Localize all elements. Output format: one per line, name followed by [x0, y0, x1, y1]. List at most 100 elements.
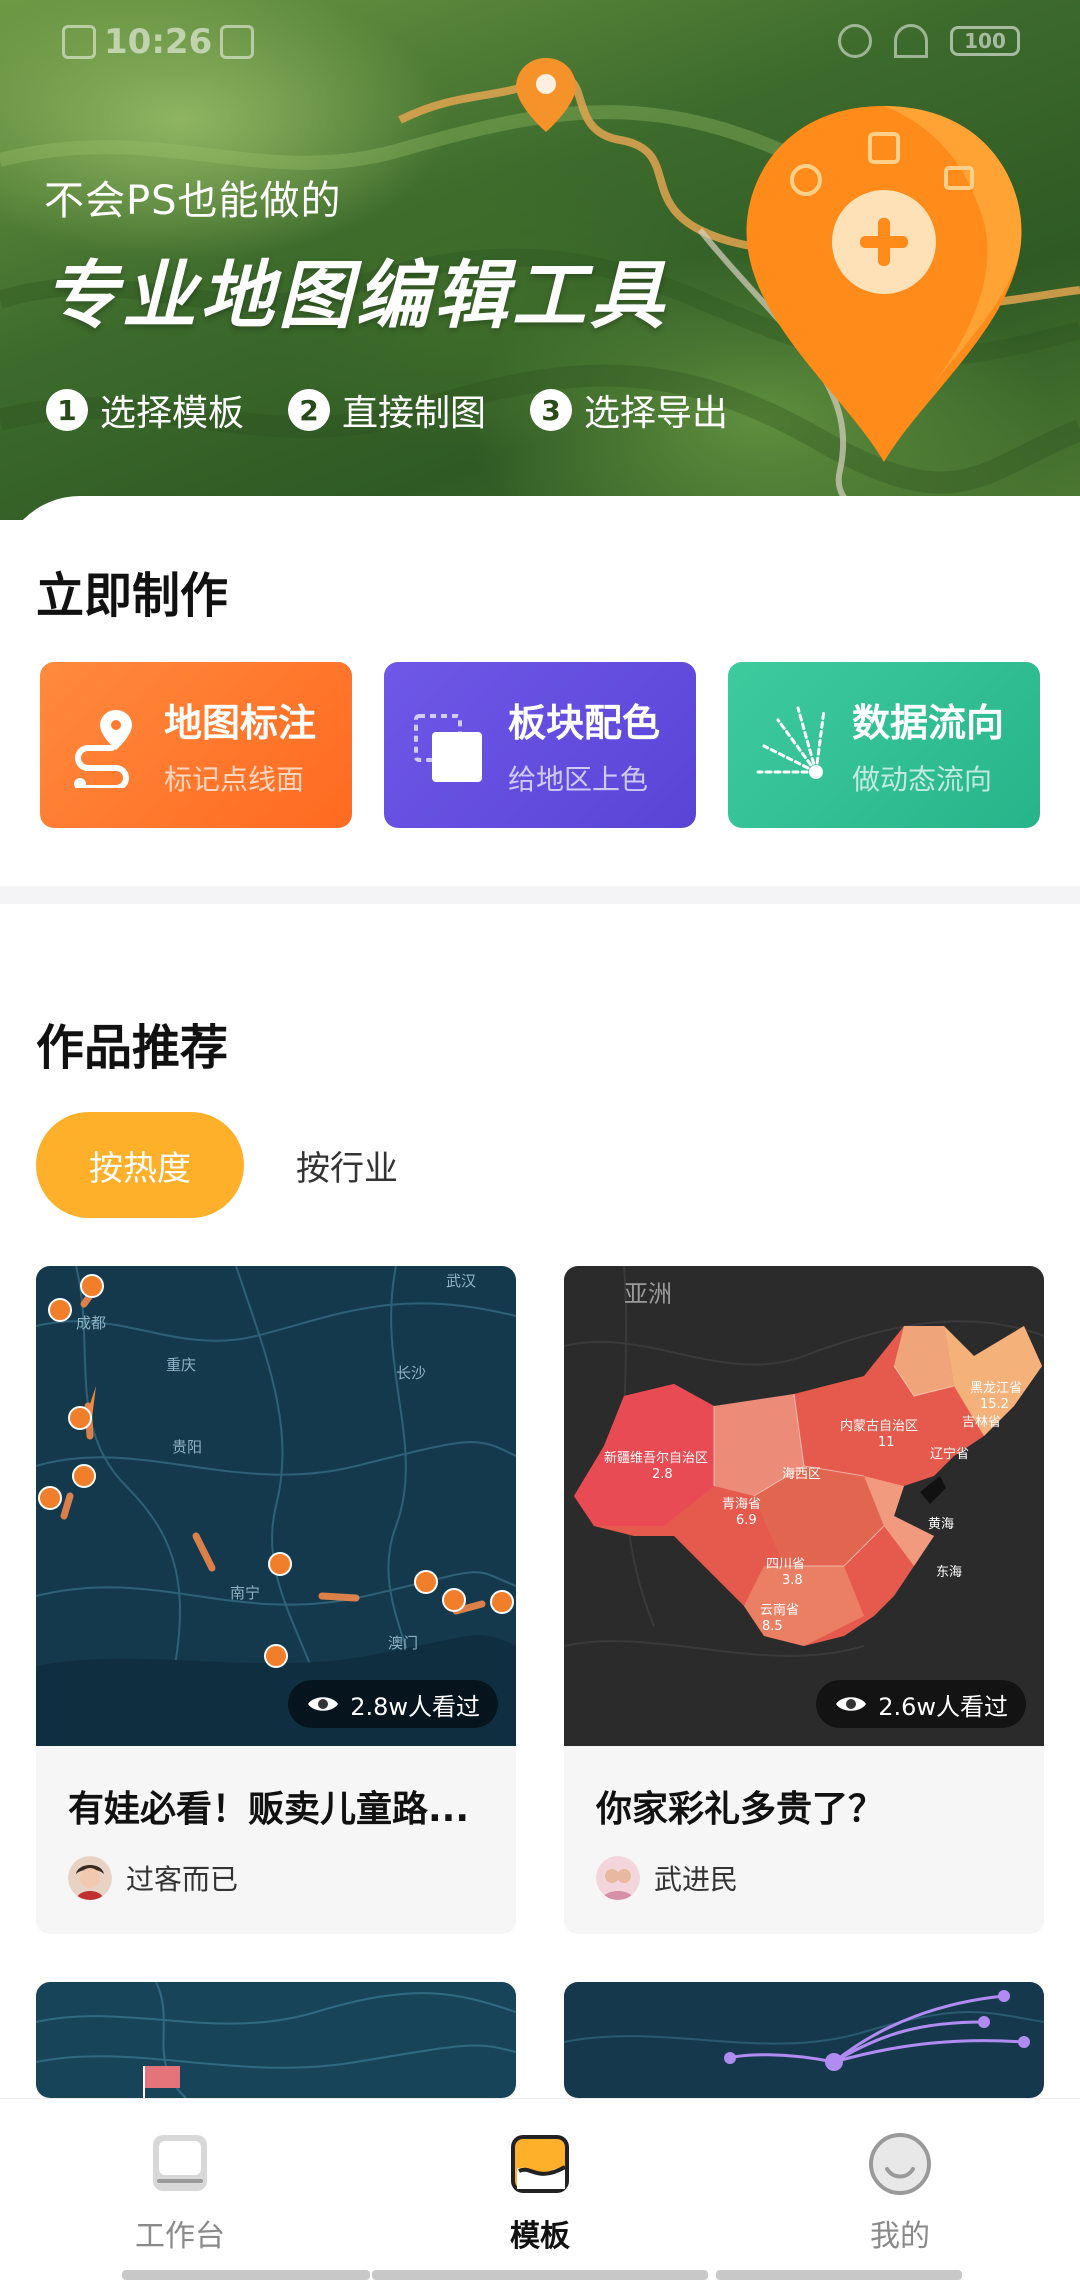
- tab-label: 工作台: [135, 2219, 225, 2254]
- tool-region-color[interactable]: 板块配色 给地区上色: [384, 662, 696, 828]
- hero-banner[interactable]: 10:26 100 不会PS也能做的 专业地图编辑工具 1 选择模板 2 直接制…: [0, 0, 1080, 520]
- step-2: 2 直接制图: [288, 384, 486, 436]
- map-label: 15.2: [980, 1397, 1009, 1412]
- map-label: 武汉: [446, 1272, 476, 1290]
- status-time: 10:26: [62, 22, 255, 62]
- map-label: 云南省: [760, 1602, 799, 1618]
- eye-icon: [308, 1697, 339, 1711]
- card-thumbnail: [36, 1982, 516, 2098]
- work-card[interactable]: [564, 1982, 1044, 2098]
- tool-name: 地图标注: [164, 701, 317, 745]
- work-card[interactable]: [36, 1982, 516, 2098]
- tool-desc: 标记点线面: [164, 763, 305, 796]
- view-count-badge: 2.8w人看过: [288, 1680, 498, 1728]
- china-heatmap-image: 亚洲 新疆维吾尔自治区 2.8 内蒙古自治区 11 黑龙江省 15.2 吉林省 …: [564, 1266, 1044, 1657]
- app-screen: 10:26 100 不会PS也能做的 专业地图编辑工具 1 选择模板 2 直接制…: [0, 0, 1080, 2280]
- author-name: 武进民: [654, 1863, 739, 1896]
- step-number: 3: [530, 389, 573, 431]
- card-thumbnail: 亚洲 新疆维吾尔自治区 2.8 内蒙古自治区 11 黑龙江省 15.2 吉林省 …: [564, 1266, 1044, 1746]
- workbench-icon: [153, 2135, 207, 2191]
- author-name: 过客而已: [126, 1863, 239, 1896]
- map-label: 6.9: [736, 1513, 757, 1528]
- section-divider: [0, 886, 1080, 904]
- map-label: 青海省: [722, 1497, 761, 1512]
- tab-workbench[interactable]: 工作台: [0, 2099, 360, 2280]
- map-label: 亚洲: [624, 1280, 672, 1308]
- map-label: 南宁: [230, 1584, 260, 1602]
- tool-name: 板块配色: [508, 701, 661, 745]
- recommend-tabs: 按热度 按行业: [36, 1112, 398, 1218]
- tool-name: 数据流向: [852, 701, 1005, 745]
- map-label: 2.8: [652, 1467, 673, 1482]
- map-label: 内蒙古自治区: [840, 1418, 918, 1434]
- view-count-badge: 2.6w人看过: [816, 1680, 1026, 1728]
- map-label: 8.5: [762, 1619, 783, 1634]
- wifi-icon: [894, 24, 928, 58]
- tool-desc: 做动态流向: [852, 763, 993, 796]
- map-label: 黑龙江省: [970, 1381, 1022, 1396]
- app-notification-icon: [220, 25, 255, 59]
- map-label: 成都: [76, 1314, 106, 1332]
- tab-by-industry[interactable]: 按行业: [296, 1141, 398, 1190]
- view-count: 2.8w人看过: [350, 1692, 480, 1721]
- alarm-icon: [838, 24, 872, 58]
- gesture-bar: [372, 2270, 708, 2280]
- tab-by-popularity[interactable]: 按热度: [36, 1112, 244, 1218]
- step-3: 3 选择导出: [530, 384, 728, 436]
- map-label: 贵阳: [172, 1438, 202, 1456]
- map-label: 重庆: [166, 1356, 196, 1374]
- map-label: 辽宁省: [930, 1446, 969, 1462]
- map-label: 东海: [936, 1565, 962, 1580]
- map-label: 海西区: [782, 1467, 821, 1482]
- route-map-image: 武汉 成都 重庆 长沙 贵阳 南宁 澳门: [36, 1266, 516, 1746]
- map-label: 吉林省: [962, 1415, 1001, 1430]
- hero-subtitle: 不会PS也能做的: [44, 178, 342, 224]
- flow-burst-icon: [756, 706, 826, 779]
- route-pin-icon: [74, 710, 132, 788]
- hero-steps: 1 选择模板 2 直接制图 3 选择导出: [46, 384, 728, 436]
- map-label: 长沙: [396, 1364, 426, 1382]
- section-title-recommend: 作品推荐: [36, 1020, 229, 1076]
- work-card[interactable]: 亚洲 新疆维吾尔自治区 2.8 内蒙古自治区 11 黑龙江省 15.2 吉林省 …: [564, 1266, 1044, 1934]
- step-1: 1 选择模板: [46, 384, 244, 436]
- eye-icon: [836, 1697, 867, 1711]
- step-label: 选择导出: [584, 393, 729, 434]
- map-label: 新疆维吾尔自治区: [604, 1450, 708, 1466]
- map-label: 澳门: [388, 1634, 418, 1652]
- tool-data-flow[interactable]: 数据流向 做动态流向: [728, 662, 1040, 828]
- avatar: [596, 1856, 640, 1900]
- map-label: 11: [878, 1435, 895, 1450]
- map-label: 3.8: [782, 1573, 803, 1588]
- tab-label: 模板: [510, 2219, 570, 2254]
- template-icon: [511, 2135, 569, 2193]
- avatar: [68, 1856, 112, 1900]
- map-label: 黄海: [928, 1517, 954, 1532]
- card-author[interactable]: 过客而已: [68, 1856, 238, 1900]
- tool-map-annotate[interactable]: 地图标注 标记点线面: [40, 662, 352, 828]
- battery-icon: 100: [950, 26, 1020, 56]
- gesture-bar: [122, 2270, 370, 2280]
- tool-desc: 给地区上色: [508, 763, 649, 796]
- step-number: 1: [46, 389, 88, 431]
- big-pin-add-icon: [746, 106, 1022, 462]
- card-title: 有娃必看！贩卖儿童路...: [68, 1789, 470, 1830]
- status-right: 100: [838, 24, 1020, 58]
- card-title: 你家彩礼多贵了？: [596, 1789, 885, 1830]
- work-card[interactable]: 武汉 成都 重庆 长沙 贵阳 南宁 澳门 2.8w人看过 有娃必看！贩卖儿童路.…: [36, 1266, 516, 1934]
- view-count: 2.6w人看过: [878, 1692, 1008, 1721]
- card-thumbnail: [564, 1982, 1044, 2098]
- card-author[interactable]: 武进民: [596, 1856, 738, 1900]
- step-number: 2: [288, 389, 331, 431]
- card-thumbnail: 武汉 成都 重庆 长沙 贵阳 南宁 澳门 2.8w人看过: [36, 1266, 516, 1746]
- status-bar: 10:26 100: [0, 0, 1080, 84]
- gesture-bar: [716, 2270, 962, 2280]
- clock-text: 10:26: [104, 22, 213, 62]
- tool-cards: 地图标注 标记点线面 板块配色 给地区上色 数据流向 做动态流向: [40, 662, 1040, 828]
- tab-template[interactable]: 模板: [360, 2099, 720, 2280]
- section-title-quick-make: 立即制作: [36, 568, 229, 624]
- tab-mine[interactable]: 我的: [720, 2099, 1080, 2280]
- bottom-tab-bar: 工作台 模板 我的: [0, 2098, 1080, 2280]
- hero-title: 专业地图编辑工具: [44, 253, 668, 339]
- profile-icon: [869, 2133, 931, 2195]
- step-label: 直接制图: [342, 393, 487, 434]
